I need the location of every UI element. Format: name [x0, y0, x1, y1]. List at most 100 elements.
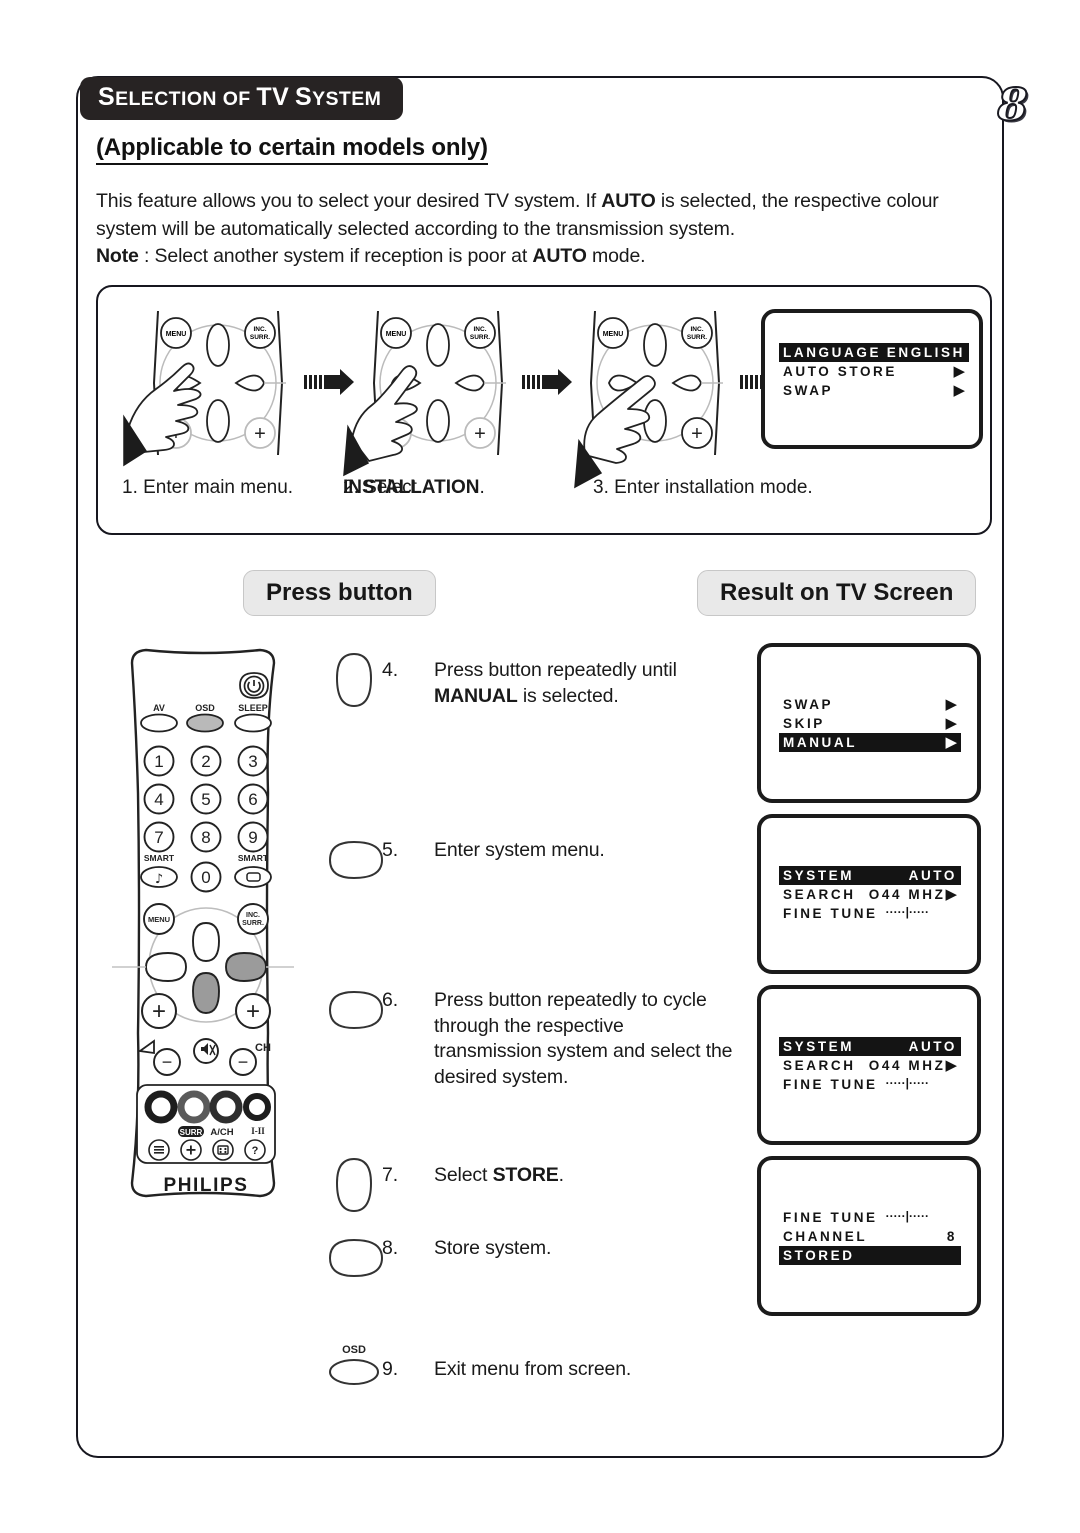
svg-text:4: 4 [154, 790, 163, 809]
svg-text:A/CH: A/CH [210, 1127, 233, 1138]
osd-row-system: SYSTEM AUTO [779, 1037, 961, 1056]
chevron-right-icon: ▶ [953, 363, 965, 380]
osd-label-fine-tune: FINE TUNE [783, 1210, 878, 1225]
svg-text:−: − [162, 1052, 173, 1072]
svg-text:SURR.: SURR. [687, 334, 707, 341]
remote-control-illustration: AV OSD SLEEP 1 2 3 4 5 6 7 8 9 0 SMART ♪… [112, 645, 294, 1210]
svg-text:OSD: OSD [342, 1344, 366, 1356]
osd-value-language: ENGLISH [886, 345, 965, 360]
svg-text:SURR.: SURR. [470, 334, 490, 341]
svg-text:INC.: INC. [691, 326, 704, 333]
svg-text:SMART: SMART [144, 853, 175, 863]
osd-label-search: SEARCH [783, 1058, 856, 1073]
chevron-right-icon: ▶ [945, 696, 957, 713]
svg-text:5: 5 [201, 790, 210, 809]
osd-value-system: AUTO [908, 868, 957, 883]
tv-screen-system-2: SYSTEM AUTO SEARCH O44 MHZ ▶ FINE TUNE ·… [757, 985, 981, 1145]
step-4-number: 4. [382, 659, 398, 681]
step-6-number: 6. [382, 989, 398, 1011]
note-text-c: mode. [586, 245, 646, 268]
osd-label-swap: SWAP [783, 697, 834, 712]
chevron-right-icon: ▶ [953, 382, 965, 399]
osd-value-channel: 8 [946, 1229, 957, 1244]
result-on-tv-screen-band: Result on TV Screen [697, 570, 977, 616]
remote-fragment-step2: MENU INC. SURR. + + [343, 309, 524, 477]
caption-step-2: 2. Select INSTALLATION. [343, 477, 485, 499]
caption2-pre: 2. Select [343, 477, 417, 498]
step-5-text-a: Enter system menu. [434, 839, 605, 861]
title-cap-s2: S [295, 83, 313, 111]
osd-label-fine-tune: FINE TUNE [783, 1077, 878, 1092]
top-steps-diagram: MENU INC. SURR. + + [96, 285, 992, 535]
page-subtitle: (Applicable to certain models only) [96, 134, 488, 165]
title-tv: TV [256, 83, 290, 111]
section-title: SELECTION OF TV SYSTEM [98, 83, 381, 111]
intro-text-a: This feature allows you to select your d… [96, 190, 602, 212]
svg-text:SMART: SMART [238, 853, 269, 863]
intro-auto-1: AUTO [601, 190, 656, 212]
osd-label-auto-store: AUTO STORE [783, 364, 898, 379]
svg-text:8: 8 [201, 828, 210, 847]
step-6-text: 6. Press button repeatedly to cycle throu… [382, 988, 734, 1091]
osd-label-language: LANGUAGE [783, 345, 882, 360]
svg-text:?: ? [252, 1145, 259, 1157]
osd-label-search: SEARCH [783, 887, 856, 902]
step-7-text-c: . [558, 1164, 564, 1186]
step-4-text-c: is selected. [517, 684, 619, 707]
chevron-right-icon: ▶ [945, 734, 957, 751]
fine-tune-slider-icon: ·····|····· [885, 904, 929, 919]
svg-text:SURR.: SURR. [250, 334, 270, 341]
svg-text:MENU: MENU [386, 331, 407, 338]
step-4-text: 4. Press button repeatedly until MANUAL i… [382, 658, 734, 709]
osd-row-fine-tune: FINE TUNE ·····|····· [779, 904, 961, 923]
step-8-text: 8. Store system. [382, 1236, 734, 1262]
osd-label-stored: STORED [783, 1248, 855, 1263]
svg-text:7: 7 [154, 828, 163, 847]
osd-label-skip: SKIP [783, 716, 825, 731]
svg-text:INC.: INC. [474, 326, 487, 333]
osd-row-skip: SKIP ▶ [779, 714, 961, 733]
title-rest-election: ELECTION [115, 88, 217, 110]
step-5-number: 5. [382, 839, 398, 861]
note-auto: AUTO [532, 245, 587, 268]
fine-tune-slider-icon: ·····|····· [885, 1208, 929, 1223]
osd-row-manual: MANUAL ▶ [779, 733, 961, 752]
osd-label-channel: CHANNEL [783, 1229, 868, 1244]
step-4-manual: MANUAL [434, 684, 518, 707]
svg-text:9: 9 [248, 828, 257, 847]
chevron-right-icon: ▶ [945, 1057, 957, 1074]
svg-text:2: 2 [201, 752, 210, 771]
step-8-text-a: Store system. [434, 1237, 552, 1259]
intro-paragraph: This feature allows you to select your d… [96, 188, 1001, 271]
step-7-text-a: Select [434, 1164, 493, 1186]
tv-screen-stored: FINE TUNE ·····|····· CHANNEL 8 STORED [757, 1156, 981, 1316]
svg-text:CH: CH [255, 1042, 271, 1054]
fine-tune-slider-icon: ·····|····· [885, 1075, 929, 1090]
svg-text:AV: AV [153, 703, 165, 713]
page-number: 8 [996, 79, 1029, 132]
svg-text:+: + [254, 423, 266, 445]
osd-label-system: SYSTEM [783, 868, 855, 883]
svg-text:MENU: MENU [166, 331, 187, 338]
note-label: Note [96, 245, 139, 268]
svg-text:+: + [474, 423, 486, 445]
svg-text:+: + [691, 423, 703, 445]
title-of: OF [222, 88, 251, 110]
svg-text:♪: ♪ [155, 872, 163, 887]
svg-text:MENU: MENU [148, 915, 170, 924]
osd-value-search: O44 MHZ [868, 887, 946, 902]
svg-text:INC.: INC. [246, 912, 260, 919]
section-header-bar: SELECTION OF TV SYSTEM [80, 77, 404, 120]
svg-text:+: + [152, 998, 166, 1025]
remote-fragment-step3: MENU INC. SURR. + + [565, 309, 741, 489]
press-button-band: Press button [243, 570, 436, 616]
step-9-number: 9. [382, 1358, 398, 1380]
osd-label-fine-tune: FINE TUNE [783, 906, 878, 921]
step-9-text: 9. Exit menu from screen. [382, 1357, 734, 1383]
osd-label-manual: MANUAL [783, 735, 858, 750]
osd-label-system: SYSTEM [783, 1039, 855, 1054]
svg-text:1: 1 [154, 752, 163, 771]
svg-text:I-II: I-II [251, 1126, 265, 1136]
osd-row-fine-tune: FINE TUNE ·····|····· [779, 1208, 961, 1227]
tv-screen-installation-menu: LANGUAGE ENGLISH AUTO STORE ▶ SWAP ▶ [761, 309, 983, 449]
